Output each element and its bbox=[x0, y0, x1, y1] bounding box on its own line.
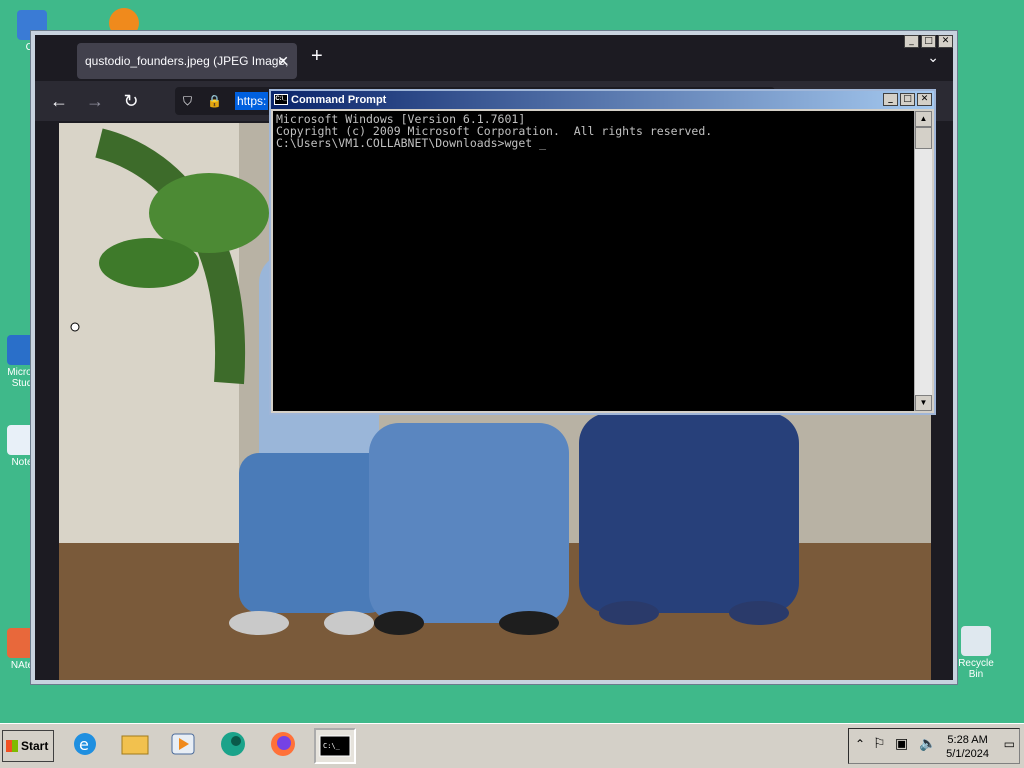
network-icon[interactable]: ▣ bbox=[895, 735, 908, 752]
explorer-icon[interactable] bbox=[116, 728, 158, 764]
cmd-icon: C:\_ bbox=[274, 94, 288, 105]
show-hidden-icons-icon[interactable]: ⌃ bbox=[855, 737, 865, 751]
minimize-button[interactable]: _ bbox=[904, 35, 919, 48]
show-desktop-icon[interactable]: ▭ bbox=[1004, 737, 1015, 751]
clock-date: 5/1/2024 bbox=[946, 748, 989, 760]
window-controls: _ □ ✕ bbox=[904, 35, 953, 48]
reload-icon[interactable]: ↻ bbox=[119, 89, 143, 113]
desktop-icon-recycle-bin[interactable]: Recycle Bin bbox=[952, 626, 1000, 680]
tab-bar: qustodio_founders.jpeg (JPEG Image, ✕ + … bbox=[35, 35, 953, 81]
system-tray: ⌃ ⚐ ▣ 🔈 5:28 AM 5/1/2024 ▭ bbox=[848, 728, 1020, 764]
back-icon[interactable]: ← bbox=[47, 89, 71, 113]
window-controls: _ □ ✕ bbox=[883, 93, 932, 106]
title-bar[interactable]: C:\_ Command Prompt _ □ ✕ bbox=[271, 91, 934, 109]
start-label: Start bbox=[21, 739, 49, 753]
svg-text:C:\_: C:\_ bbox=[323, 742, 341, 750]
console-output[interactable]: Microsoft Windows [Version 6.1.7601] Copy… bbox=[273, 111, 914, 411]
clock-time: 5:28 AM bbox=[947, 734, 988, 746]
list-all-tabs-button[interactable]: ⌄ bbox=[927, 49, 939, 66]
maximize-button[interactable]: □ bbox=[900, 93, 915, 106]
vertical-scrollbar[interactable]: ▲ ▼ bbox=[914, 111, 932, 411]
window-title: Command Prompt bbox=[291, 94, 387, 106]
maximize-button[interactable]: □ bbox=[921, 35, 936, 48]
ie-icon[interactable]: e bbox=[66, 728, 108, 764]
media-player-icon[interactable] bbox=[164, 728, 206, 764]
scroll-thumb[interactable] bbox=[915, 127, 932, 149]
windows-logo-icon bbox=[6, 740, 18, 752]
shield-icon[interactable]: ⛉ bbox=[183, 87, 192, 115]
tab-image[interactable]: qustodio_founders.jpeg (JPEG Image, ✕ bbox=[77, 43, 297, 79]
close-button[interactable]: ✕ bbox=[938, 35, 953, 48]
url-text: https: bbox=[235, 92, 269, 110]
app-icon[interactable] bbox=[214, 728, 256, 764]
volume-muted-icon[interactable]: 🔈 bbox=[919, 735, 936, 752]
minimize-button[interactable]: _ bbox=[883, 93, 898, 106]
start-button[interactable]: Start bbox=[2, 730, 54, 762]
clock[interactable]: 5:28 AM 5/1/2024 bbox=[946, 733, 989, 761]
recycle-bin-icon bbox=[961, 626, 991, 656]
close-icon[interactable]: ✕ bbox=[277, 43, 289, 79]
scroll-up-icon[interactable]: ▲ bbox=[915, 111, 932, 127]
scroll-down-icon[interactable]: ▼ bbox=[915, 395, 932, 411]
console-prompt-line[interactable]: C:\Users\VM1.COLLABNET\Downloads>wget _ bbox=[276, 137, 911, 149]
cmd-icon[interactable]: C:\_ bbox=[314, 728, 356, 764]
taskbar: Start e C:\_ ⌃ ⚐ ▣ 🔈 5:28 AM 5/1/2024 ▭ bbox=[0, 723, 1024, 768]
desktop-icon-label: Recycle Bin bbox=[958, 658, 994, 680]
lock-icon: 🔒 bbox=[207, 94, 222, 108]
firefox-icon[interactable] bbox=[264, 728, 306, 764]
new-tab-button[interactable]: + bbox=[311, 45, 323, 68]
command-prompt-window[interactable]: C:\_ Command Prompt _ □ ✕ Microsoft Wind… bbox=[269, 89, 936, 415]
svg-text:e: e bbox=[79, 735, 89, 754]
close-button[interactable]: ✕ bbox=[917, 93, 932, 106]
tab-title: qustodio_founders.jpeg (JPEG Image, bbox=[85, 54, 289, 68]
action-center-flag-icon[interactable]: ⚐ bbox=[873, 735, 886, 752]
forward-icon[interactable]: → bbox=[83, 89, 107, 113]
